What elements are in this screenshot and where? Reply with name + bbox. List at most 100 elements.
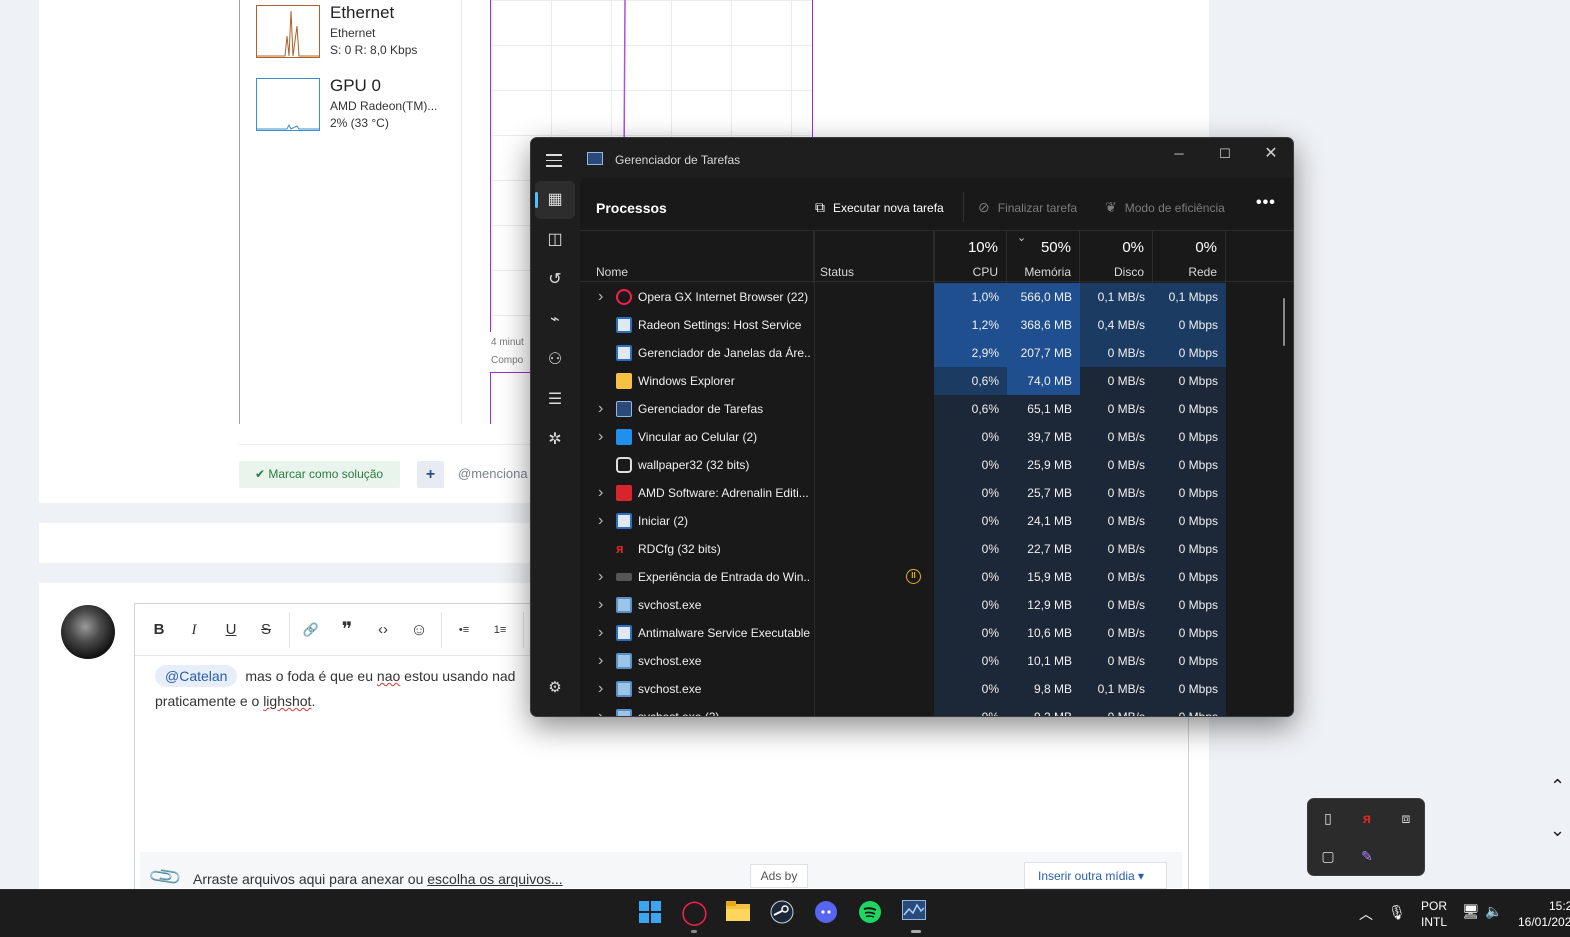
bullet-list-button[interactable]: •≡: [452, 618, 476, 642]
process-name: Antimalware Service Executable: [638, 626, 810, 640]
nav-services-icon[interactable]: ✲: [531, 421, 579, 459]
mark-solution-button[interactable]: ✔ Marcar como solução: [239, 461, 400, 488]
expand-chevron-icon[interactable]: ›: [598, 625, 603, 641]
clock-time[interactable]: 15:2: [1549, 899, 1570, 913]
process-row[interactable]: › Antimalware Service Executable 0% 10,6 MB…: [580, 619, 1293, 647]
file-explorer-icon[interactable]: [725, 900, 751, 926]
close-button[interactable]: ✕: [1248, 142, 1293, 166]
process-row[interactable]: › Experiência de Entrada do Win... II 0% 15,…: [580, 563, 1293, 591]
opera-gx-icon[interactable]: ◯: [681, 900, 708, 926]
scroll-up-icon[interactable]: ⌃: [1550, 776, 1565, 797]
expand-chevron-icon[interactable]: ›: [598, 429, 603, 445]
mention-hint[interactable]: @menciona: [458, 466, 528, 481]
expand-chevron-icon[interactable]: ›: [598, 597, 603, 613]
process-list: › Opera GX Internet Browser (22) 1,0% 566,0…: [580, 283, 1293, 717]
expand-chevron-icon[interactable]: ›: [598, 709, 603, 717]
nav-startup-icon[interactable]: ⌁: [531, 301, 579, 339]
process-row[interactable]: › svchost.exe (2) 0% 9,2 MB 0 MB/s 0 Mbps: [580, 703, 1293, 717]
volume-icon[interactable]: 🔈: [1485, 903, 1502, 920]
clock-date[interactable]: 16/01/202: [1518, 915, 1570, 929]
show-hidden-icons-icon[interactable]: ︿: [1359, 904, 1373, 924]
column-network-label: Rede: [1188, 265, 1217, 279]
process-row[interactable]: › Gerenciador de Tarefas 0,6% 65,1 MB 0 MB/s…: [580, 395, 1293, 423]
process-cpu-value: 0,6%: [934, 367, 1007, 395]
column-network[interactable]: 0% Rede: [1153, 231, 1226, 283]
process-row[interactable]: › AMD Software: Adrenalin Editi... 0% 25,7 …: [580, 479, 1293, 507]
expand-chevron-icon[interactable]: ›: [598, 653, 603, 669]
spotify-icon[interactable]: [857, 900, 883, 926]
quote-button[interactable]: ❞: [335, 618, 359, 642]
process-row[interactable]: Radeon Settings: Host Service 1,2% 368,6 M…: [580, 311, 1293, 339]
strikethrough-button[interactable]: S: [254, 618, 278, 642]
process-row[interactable]: wallpaper32 (32 bits) 0% 25,9 MB 0 MB/s 0 Mb…: [580, 451, 1293, 479]
expand-chevron-icon[interactable]: ›: [598, 681, 603, 697]
windows-start-icon[interactable]: [637, 900, 663, 926]
process-row[interactable]: ᴙ RDCfg (32 bits) 0% 22,7 MB 0 MB/s 0 Mbps: [580, 535, 1293, 563]
minimize-button[interactable]: ─: [1156, 142, 1202, 166]
nav-app-history-icon[interactable]: ↺: [531, 261, 579, 299]
expand-chevron-icon[interactable]: ›: [598, 485, 603, 501]
end-task-button[interactable]: ⊘ Finalizar tarefa: [978, 199, 1077, 216]
add-button[interactable]: +: [417, 461, 444, 488]
column-memory[interactable]: ⌄ 50% Memória: [1007, 231, 1080, 283]
choose-files-link[interactable]: escolha os arquivos...: [427, 871, 562, 887]
process-row[interactable]: › svchost.exe 0% 12,9 MB 0 MB/s 0 Mbps: [580, 591, 1293, 619]
expand-chevron-icon[interactable]: ›: [598, 289, 603, 305]
discord-icon[interactable]: [813, 900, 839, 926]
nav-users-icon[interactable]: ⚇: [531, 341, 579, 379]
process-row[interactable]: › svchost.exe 0% 9,8 MB 0,1 MB/s 0 Mbps: [580, 675, 1293, 703]
expand-chevron-icon[interactable]: ›: [598, 401, 603, 417]
code-button[interactable]: ‹›: [371, 618, 395, 642]
editor-content[interactable]: @Catelan mas o foda é que eu nao estou u…: [155, 664, 535, 714]
mention-chip[interactable]: @Catelan: [155, 665, 238, 687]
avatar[interactable]: [61, 605, 115, 659]
process-net-value: 0 Mbps: [1153, 311, 1226, 339]
redragon-icon[interactable]: ᴙ: [1358, 809, 1376, 827]
process-row[interactable]: › Iniciar (2) 0% 24,1 MB 0 MB/s 0 Mbps: [580, 507, 1293, 535]
column-disk[interactable]: 0% Disco: [1080, 231, 1153, 283]
ads-label[interactable]: Ads by: [750, 864, 808, 888]
process-row[interactable]: › svchost.exe 0% 10,1 MB 0 MB/s 0 Mbps: [580, 647, 1293, 675]
language-indicator[interactable]: POR: [1421, 899, 1447, 913]
numbered-list-button[interactable]: 1≡: [488, 618, 512, 642]
task-manager-window[interactable]: Gerenciador de Tarefas ─ ☐ ✕ ▦ ◫ ↺ ⌁ ⚇ ☰…: [530, 137, 1294, 717]
process-row[interactable]: › Vincular ao Celular (2) 0% 39,7 MB 0 MB/s 0…: [580, 423, 1293, 451]
process-row[interactable]: Windows Explorer 0,6% 74,0 MB 0 MB/s 0 Mbps: [580, 367, 1293, 395]
window-app-icon[interactable]: ▢: [1319, 847, 1337, 865]
expand-chevron-icon[interactable]: ›: [598, 513, 603, 529]
column-status[interactable]: Status: [814, 231, 934, 283]
nav-details-icon[interactable]: ☰: [531, 381, 579, 419]
network-icon[interactable]: 🖥: [1462, 903, 1480, 920]
process-row[interactable]: › Opera GX Internet Browser (22) 1,0% 566,0…: [580, 283, 1293, 311]
scroll-down-icon[interactable]: ⌄: [1550, 820, 1565, 841]
usb-drive-icon[interactable]: ▯: [1319, 809, 1337, 827]
graph-caption: Compo: [491, 355, 524, 366]
column-cpu[interactable]: 10% CPU: [934, 231, 1007, 283]
vertical-scrollbar[interactable]: [1283, 298, 1285, 346]
page-title: Processos: [596, 200, 667, 216]
settings-icon[interactable]: ⚙: [531, 678, 579, 696]
menu-icon[interactable]: [546, 154, 562, 171]
link-button[interactable]: 🔗: [299, 618, 323, 642]
column-name[interactable]: Nome: [580, 231, 814, 283]
task-manager-icon[interactable]: [901, 900, 927, 926]
expand-chevron-icon[interactable]: ›: [598, 569, 603, 585]
underline-button[interactable]: U: [219, 618, 243, 642]
efficiency-mode-button[interactable]: ❦ Modo de eficiência: [1105, 199, 1225, 216]
more-options-icon[interactable]: •••: [1256, 194, 1276, 212]
wallpaper-engine-icon[interactable]: ⧈: [1397, 809, 1415, 827]
microphone-icon[interactable]: 🎙: [1388, 904, 1406, 921]
maximize-button[interactable]: ☐: [1202, 142, 1248, 166]
steam-icon[interactable]: [769, 900, 795, 926]
keyboard-layout[interactable]: INTL: [1421, 915, 1447, 929]
insert-media-button[interactable]: Inserir outra mídia ▾: [1024, 862, 1167, 889]
emoji-button[interactable]: ☺: [407, 618, 431, 642]
italic-button[interactable]: I: [182, 618, 206, 642]
feather-icon[interactable]: ✎: [1358, 847, 1376, 865]
nav-performance-icon[interactable]: ◫: [531, 221, 579, 259]
gpu-subtitle: AMD Radeon(TM)...: [330, 99, 438, 113]
bold-button[interactable]: B: [147, 618, 171, 642]
run-new-task-button[interactable]: ⧉ Executar nova tarefa: [815, 199, 944, 216]
nav-processes-icon[interactable]: ▦: [535, 181, 575, 219]
process-row[interactable]: Gerenciador de Janelas da Áre... 2,9% 207,…: [580, 339, 1293, 367]
